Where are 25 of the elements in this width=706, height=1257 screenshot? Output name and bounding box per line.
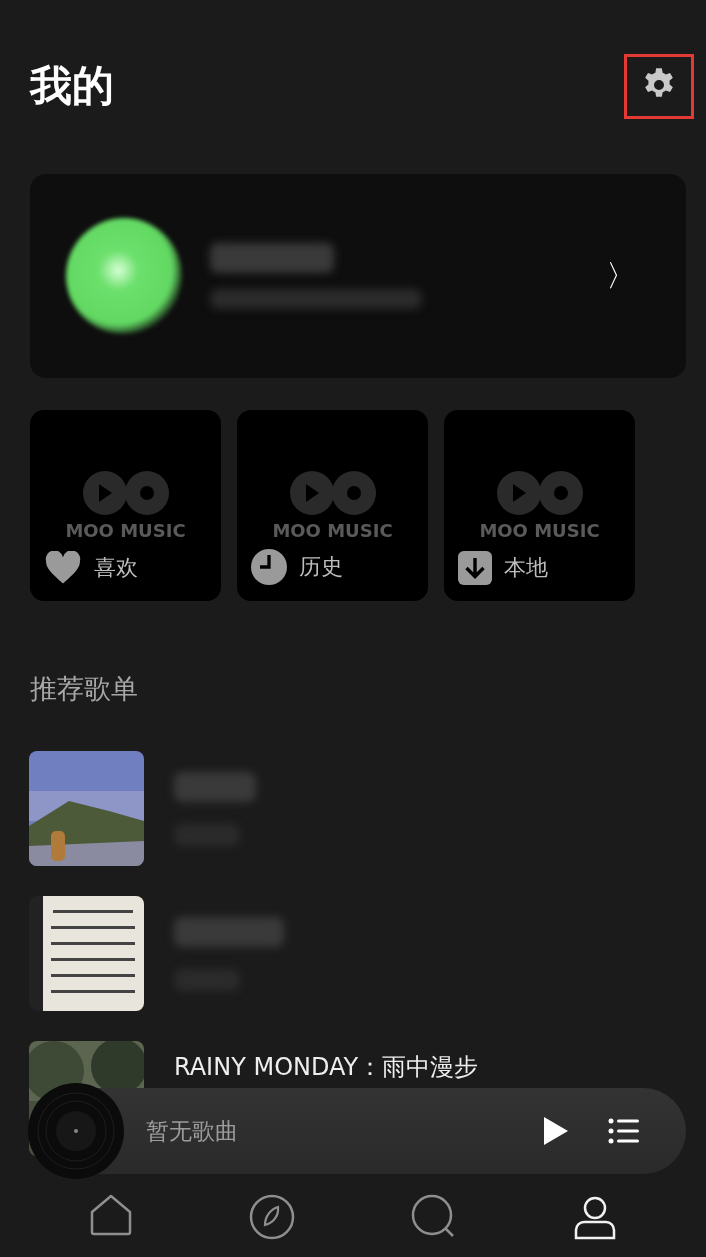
heart-icon bbox=[44, 551, 82, 585]
section-title: 推荐歌单 bbox=[30, 672, 139, 706]
shortcut-card[interactable]: MOO MUSIC 本地 bbox=[444, 410, 635, 601]
clock-icon bbox=[251, 549, 287, 585]
logo-icon bbox=[495, 470, 584, 516]
list-icon bbox=[608, 1118, 640, 1144]
play-icon bbox=[542, 1115, 570, 1147]
account-card[interactable]: 〉 bbox=[30, 174, 686, 378]
logo-text: MOO MUSIC bbox=[65, 520, 186, 541]
shortcut-label: 本地 bbox=[504, 554, 548, 582]
song-status: 暂无歌曲 bbox=[146, 1116, 239, 1146]
logo-icon bbox=[81, 470, 170, 516]
shortcut-card[interactable]: MOO MUSIC 历史 bbox=[237, 410, 428, 601]
download-icon bbox=[458, 551, 492, 585]
shortcut-label: 喜欢 bbox=[94, 554, 138, 582]
logo-icon bbox=[288, 470, 377, 516]
shortcut-label: 历史 bbox=[299, 553, 343, 581]
vinyl-record-icon bbox=[28, 1083, 124, 1179]
shortcut-card[interactable]: MOO MUSIC 喜欢 bbox=[30, 410, 221, 601]
leaf-icon bbox=[249, 1194, 296, 1240]
playlist-title[interactable]: RAINY MONDAY：雨中漫步 bbox=[174, 1053, 479, 1081]
logo-text: MOO MUSIC bbox=[479, 520, 600, 541]
page-title: 我的 bbox=[30, 60, 114, 112]
logo-text: MOO MUSIC bbox=[272, 520, 393, 541]
chevron-icon: 〉 bbox=[606, 255, 636, 297]
